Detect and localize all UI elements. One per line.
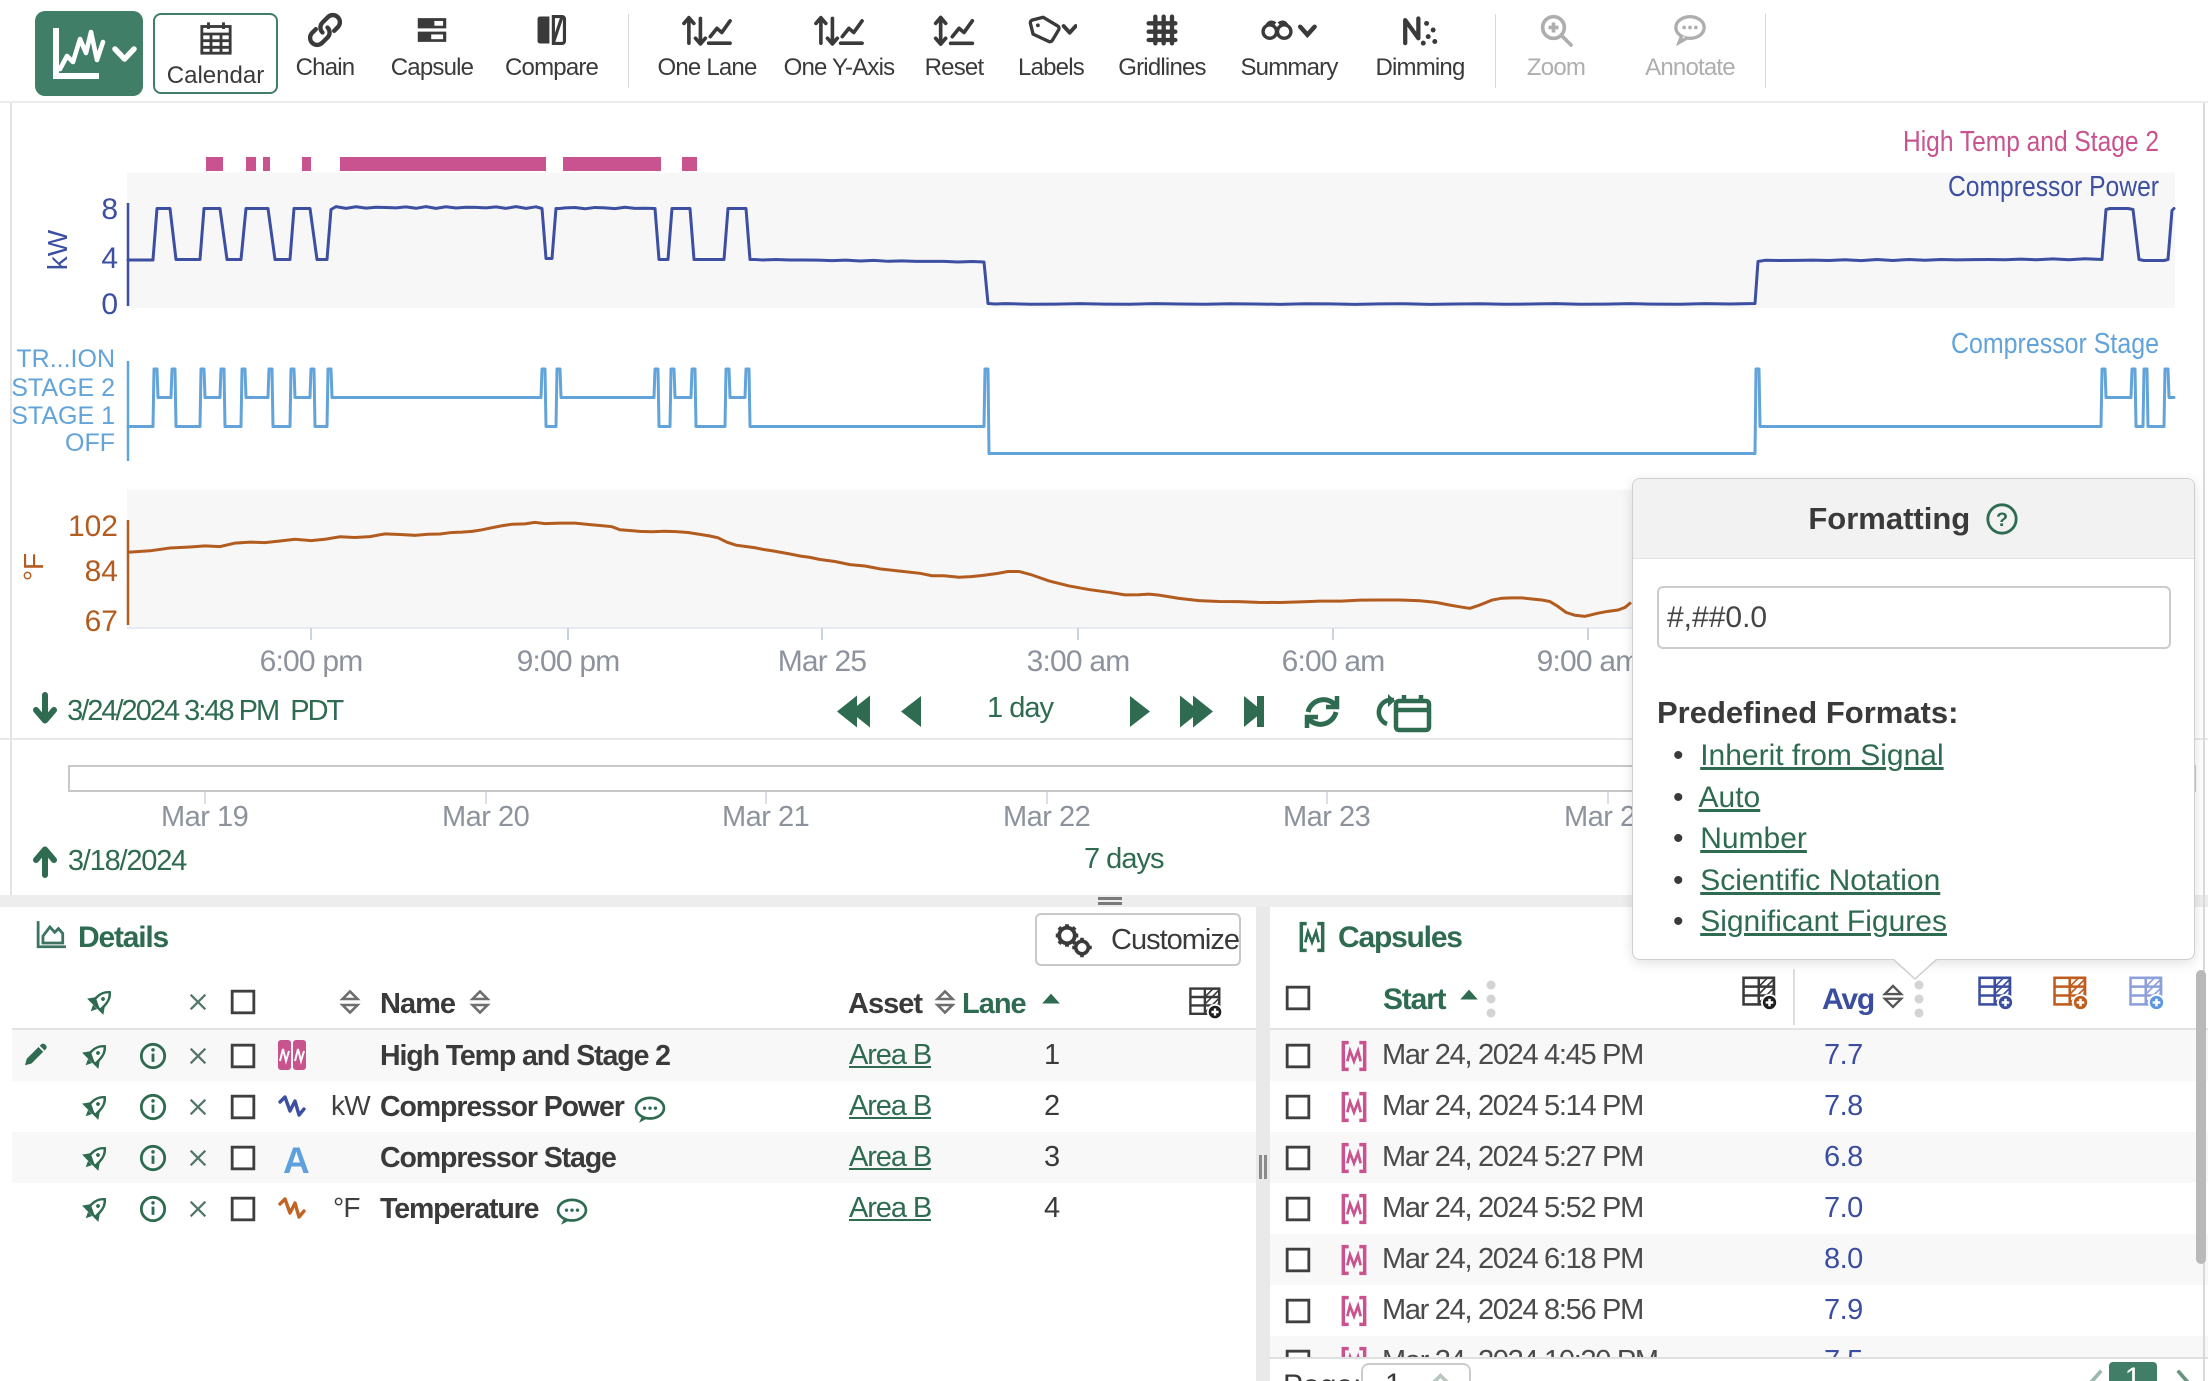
svg-text:OFF: OFF: [65, 429, 115, 457]
svg-text:8: 8: [101, 193, 118, 226]
svg-text:6:00 am: 6:00 am: [1282, 645, 1385, 678]
svg-text:9:00 pm: 9:00 pm: [517, 645, 620, 678]
svg-text:STAGE 2: STAGE 2: [11, 374, 115, 402]
svg-text:0: 0: [101, 288, 118, 321]
svg-text:TR...ION: TR...ION: [16, 345, 115, 373]
svg-text:84: 84: [85, 555, 118, 588]
svg-text:Compressor Stage: Compressor Stage: [1951, 328, 2159, 360]
svg-text:STAGE 1: STAGE 1: [11, 402, 115, 430]
svg-text:°F: °F: [18, 553, 49, 581]
svg-text:4: 4: [101, 242, 118, 275]
svg-text:?: ?: [1996, 509, 2008, 531]
svg-text:3:00 am: 3:00 am: [1027, 645, 1130, 678]
svg-text:9:00 am: 9:00 am: [1537, 645, 1640, 678]
svg-text:High Temp and Stage 2: High Temp and Stage 2: [1903, 126, 2159, 158]
svg-text:67: 67: [85, 605, 118, 638]
svg-text:Compressor Power: Compressor Power: [1948, 171, 2159, 203]
svg-text:102: 102: [68, 510, 118, 543]
svg-text:kW: kW: [42, 229, 73, 270]
svg-text:6:00 pm: 6:00 pm: [260, 645, 363, 678]
svg-text:Mar 25: Mar 25: [778, 645, 867, 678]
